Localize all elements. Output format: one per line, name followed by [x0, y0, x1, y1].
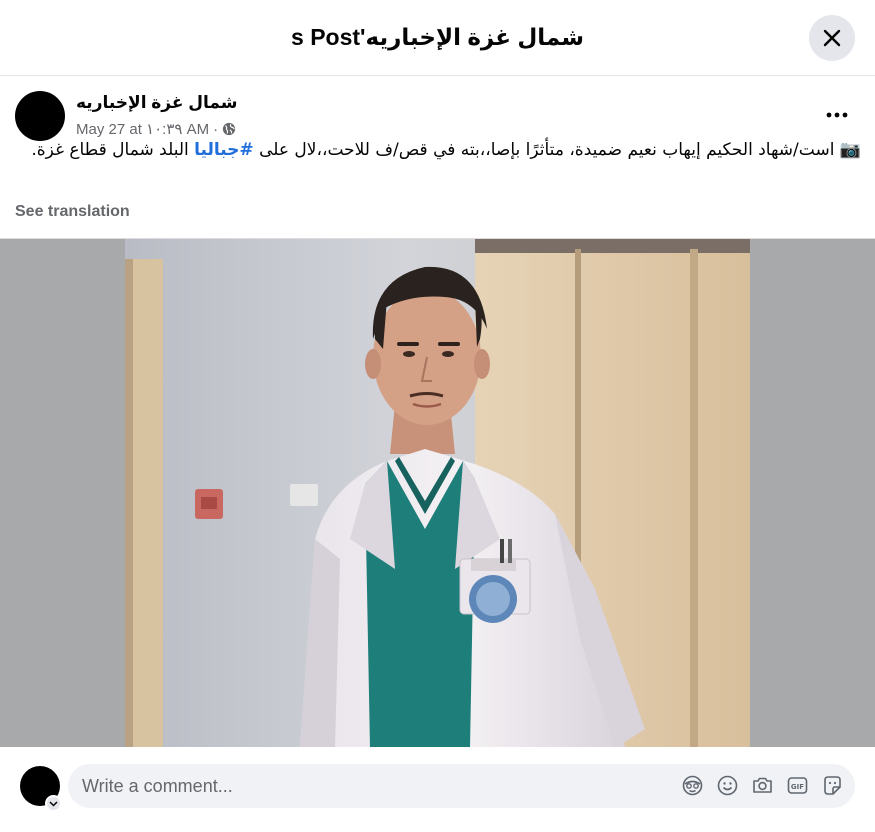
- more-options-icon: [826, 112, 848, 118]
- post-text-end: البلد شمال قطاع غزة.: [31, 140, 195, 160]
- gif-icon: GIF: [787, 777, 808, 794]
- profile-switch-button[interactable]: [45, 795, 62, 812]
- post-dialog: شمال غزة الإخباريه's Post شمال غزة الإخب…: [0, 0, 875, 832]
- sticker-icon: [824, 776, 841, 795]
- svg-text:GIF: GIF: [791, 783, 804, 791]
- post-text: 📷 است/شهاد الحكيم إيهاب نعيم ضميدة، متأث…: [15, 138, 861, 162]
- avatar-sticker-icon: [682, 775, 703, 796]
- camera-button[interactable]: [752, 775, 773, 796]
- emoji-button[interactable]: [717, 775, 738, 796]
- see-translation-link[interactable]: See translation: [15, 203, 130, 221]
- close-button[interactable]: [809, 15, 855, 61]
- dialog-title: شمال غزة الإخباريه's Post: [291, 24, 584, 50]
- camera-icon: [753, 777, 772, 793]
- emoji-icon: [717, 775, 738, 796]
- hashtag-link[interactable]: #جباليا: [194, 140, 254, 160]
- chevron-down-icon: [49, 800, 58, 807]
- more-options-button[interactable]: [824, 103, 850, 127]
- dialog-header: شمال غزة الإخباريه's Post: [0, 0, 875, 76]
- close-icon: [823, 29, 841, 47]
- post-meta: May 27 at ١٠:٣٩ AM ·: [76, 120, 236, 138]
- post-text-start: 📷 است/شهاد الحكيم إيهاب نعيم ضميدة، متأث…: [253, 140, 861, 160]
- comment-bar: GIF: [0, 747, 875, 832]
- author-avatar[interactable]: [15, 91, 65, 141]
- meta-separator: ·: [213, 120, 219, 138]
- post-date[interactable]: May 27 at ١٠:٣٩ AM: [76, 120, 209, 138]
- photo-area: [0, 238, 875, 747]
- globe-icon: [223, 122, 236, 136]
- comment-tools: GIF: [682, 775, 843, 797]
- post-header: شمال غزة الإخباريه May 27 at ١٠:٣٩ AM ·: [15, 91, 860, 141]
- gif-button[interactable]: GIF: [787, 775, 808, 796]
- avatar-sticker-button[interactable]: [682, 775, 703, 796]
- portrait-illustration: [125, 239, 750, 747]
- author-name[interactable]: شمال غزة الإخباريه: [76, 93, 237, 113]
- post-photo[interactable]: [125, 239, 750, 747]
- sticker-button[interactable]: [822, 775, 843, 796]
